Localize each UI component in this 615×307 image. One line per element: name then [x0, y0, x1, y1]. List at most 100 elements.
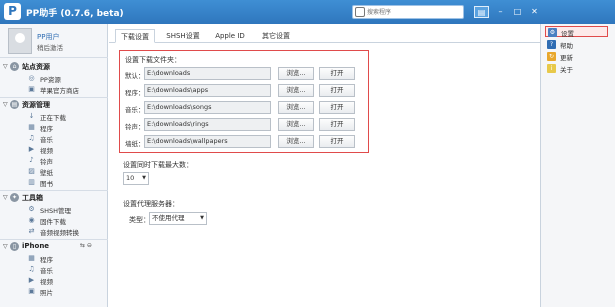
sidebar-item-label: 固件下载	[40, 218, 66, 226]
folder-path-field[interactable]: E:\downloads\songs	[144, 101, 271, 114]
folder-path-field[interactable]: E:\downloads	[144, 67, 271, 80]
sidebar-item-label: 程序	[40, 125, 53, 133]
open-button[interactable]: 打开	[319, 135, 355, 148]
divider	[0, 239, 108, 240]
sidebar-item-books[interactable]: ▥ 图书	[0, 177, 108, 188]
sidebar-item-label: 照片	[40, 289, 53, 297]
folder-row-apps: 程序： E:\downloads\apps 浏览... 打开	[120, 84, 370, 98]
sidebar-section-label: iPhone	[22, 242, 50, 250]
collapse-triangle-icon[interactable]: ▽	[3, 194, 8, 201]
browse-button[interactable]: 浏览...	[278, 118, 314, 131]
tab-other-settings[interactable]: 其它设置	[255, 29, 297, 43]
folder-row-wallpapers: 墙纸： E:\downloads\wallpapers 浏览... 打开	[120, 135, 370, 149]
app-logo: P	[4, 3, 21, 20]
folder-row-label: 墙纸：	[125, 140, 145, 148]
sidebar-item-label: 音频视频转换	[40, 229, 79, 237]
avatar[interactable]	[8, 28, 32, 54]
menu-item-update[interactable]: ↻ 更新	[541, 51, 615, 62]
menu-item-about[interactable]: i 关于	[541, 63, 615, 74]
max-downloads-value: 10	[126, 174, 135, 182]
sidebar-item-apps[interactable]: ▦ 程序	[0, 122, 108, 133]
video-icon: ▶	[28, 276, 35, 284]
sidebar-item-ringtone[interactable]: ♪ 铃声	[0, 155, 108, 166]
browse-button[interactable]: 浏览...	[278, 135, 314, 148]
sidebar-section-label: 工具箱	[22, 194, 43, 202]
close-button[interactable]: ✕	[527, 6, 542, 18]
sidebar-item-iphone-music[interactable]: ♫ 音乐	[0, 264, 108, 275]
menu-button[interactable]: ▤	[474, 6, 489, 18]
sidebar-section-iphone[interactable]: ▽ ▯ iPhone ⇆ ⊖	[0, 241, 108, 252]
menu-item-settings[interactable]: ⚙ 设置	[545, 26, 608, 38]
search-box[interactable]	[352, 5, 464, 19]
sidebar-item-label: 正在下载	[40, 114, 66, 122]
sidebar-item-label: 音乐	[40, 136, 53, 144]
search-input[interactable]	[367, 6, 461, 18]
ringtone-icon: ♪	[29, 156, 34, 164]
sidebar-item-label: PP资源	[40, 76, 61, 84]
main-panel: 下载设置 SHSH设置 Apple ID 其它设置 设置下载文件夹： 默认： E…	[109, 24, 541, 307]
sidebar-item-apple-store[interactable]: ▣ 苹果官方商店	[0, 84, 108, 95]
sidebar-item-wallpaper[interactable]: ▨ 壁纸	[0, 166, 108, 177]
browse-button[interactable]: 浏览...	[278, 67, 314, 80]
proxy-type-label: 类型：	[129, 216, 150, 224]
video-icon: ▶	[28, 145, 35, 153]
collapse-triangle-icon[interactable]: ▽	[3, 243, 8, 250]
sidebar-section-resources[interactable]: ▽ ▤ 资源管理	[0, 99, 108, 110]
folder-path-field[interactable]: E:\downloads\wallpapers	[144, 135, 271, 148]
app-title: PP助手 (0.7.6, beta)	[26, 9, 124, 19]
about-icon: i	[547, 64, 556, 73]
maximize-button[interactable]: □	[510, 6, 525, 18]
minimize-button[interactable]: –	[493, 6, 508, 18]
menu-item-label: 更新	[560, 54, 573, 62]
proxy-type-select[interactable]: 不使用代理 ▼	[149, 212, 207, 225]
user-name[interactable]: PP用户	[37, 32, 59, 42]
settings-dropdown-menu: ⚙ 设置 ? 帮助 ↻ 更新 i 关于	[540, 24, 615, 307]
folder-path-field[interactable]: E:\downloads\apps	[144, 84, 271, 97]
settings-icon: ⚙	[548, 28, 557, 37]
device-action-icons[interactable]: ⇆ ⊖	[80, 242, 92, 249]
title-bar: P PP助手 (0.7.6, beta) ▤ – □ ✕	[0, 0, 615, 24]
open-button[interactable]: 打开	[319, 118, 355, 131]
sidebar-item-music[interactable]: ♫ 音乐	[0, 133, 108, 144]
tab-bar: 下载设置 SHSH设置 Apple ID 其它设置	[109, 29, 541, 43]
sidebar-item-iphone-apps[interactable]: ▦ 程序	[0, 253, 108, 264]
chevron-down-icon: ▼	[200, 215, 204, 221]
sidebar-item-convert[interactable]: ⇄ 音频视频转换	[0, 226, 108, 237]
sidebar-item-shsh[interactable]: ⚙ SHSH管理	[0, 204, 108, 215]
logout-link[interactable]: 稍后激活	[37, 42, 63, 52]
max-downloads-select[interactable]: 10 ▼	[123, 172, 149, 185]
browse-button[interactable]: 浏览...	[278, 84, 314, 97]
tab-download-settings[interactable]: 下载设置	[115, 29, 155, 43]
sidebar-item-firmware[interactable]: ◉ 固件下载	[0, 215, 108, 226]
tab-shsh-settings[interactable]: SHSH设置	[159, 29, 207, 43]
tab-apple-id[interactable]: Apple ID	[209, 29, 251, 43]
proxy-type-value: 不使用代理	[152, 214, 185, 222]
sidebar-section-label: 资源管理	[22, 101, 50, 109]
folder-path-field[interactable]: E:\downloads\rings	[144, 118, 271, 131]
sidebar-item-label: 音乐	[40, 267, 53, 275]
chevron-down-icon: ▼	[142, 175, 146, 181]
sidebar-item-video[interactable]: ▶ 视频	[0, 144, 108, 155]
home-icon: ⌂	[10, 62, 19, 71]
update-icon: ↻	[547, 52, 556, 61]
download-folder-group: 设置下载文件夹： 默认： E:\downloads 浏览... 打开 程序： E…	[119, 50, 369, 153]
open-button[interactable]: 打开	[319, 101, 355, 114]
collapse-triangle-icon[interactable]: ▽	[3, 101, 8, 108]
firmware-icon: ◉	[28, 216, 35, 224]
sidebar-item-iphone-photos[interactable]: ▣ 照片	[0, 286, 108, 297]
sidebar-item-label: 图书	[40, 180, 53, 188]
open-button[interactable]: 打开	[319, 67, 355, 80]
folder-row-default: 默认： E:\downloads 浏览... 打开	[120, 67, 370, 81]
sidebar: PP用户 稍后激活 ▽ ⌂ 站点资源 ◎ PP资源 ▣ 苹果官方商店 ▽ ▤ 资…	[0, 24, 108, 307]
sidebar-section-tools[interactable]: ▽ ✦ 工具箱	[0, 192, 108, 203]
sidebar-item-label: 视频	[40, 278, 53, 286]
browse-button[interactable]: 浏览...	[278, 101, 314, 114]
open-button[interactable]: 打开	[319, 84, 355, 97]
sidebar-item-pp-resources[interactable]: ◎ PP资源	[0, 73, 108, 84]
collapse-triangle-icon[interactable]: ▽	[3, 63, 8, 70]
menu-item-help[interactable]: ? 帮助	[541, 39, 615, 50]
sidebar-item-iphone-video[interactable]: ▶ 视频	[0, 275, 108, 286]
sidebar-section-site[interactable]: ▽ ⌂ 站点资源	[0, 61, 108, 72]
book-icon: ▥	[28, 178, 35, 186]
sidebar-item-downloading[interactable]: ↓ 正在下载	[0, 111, 108, 122]
